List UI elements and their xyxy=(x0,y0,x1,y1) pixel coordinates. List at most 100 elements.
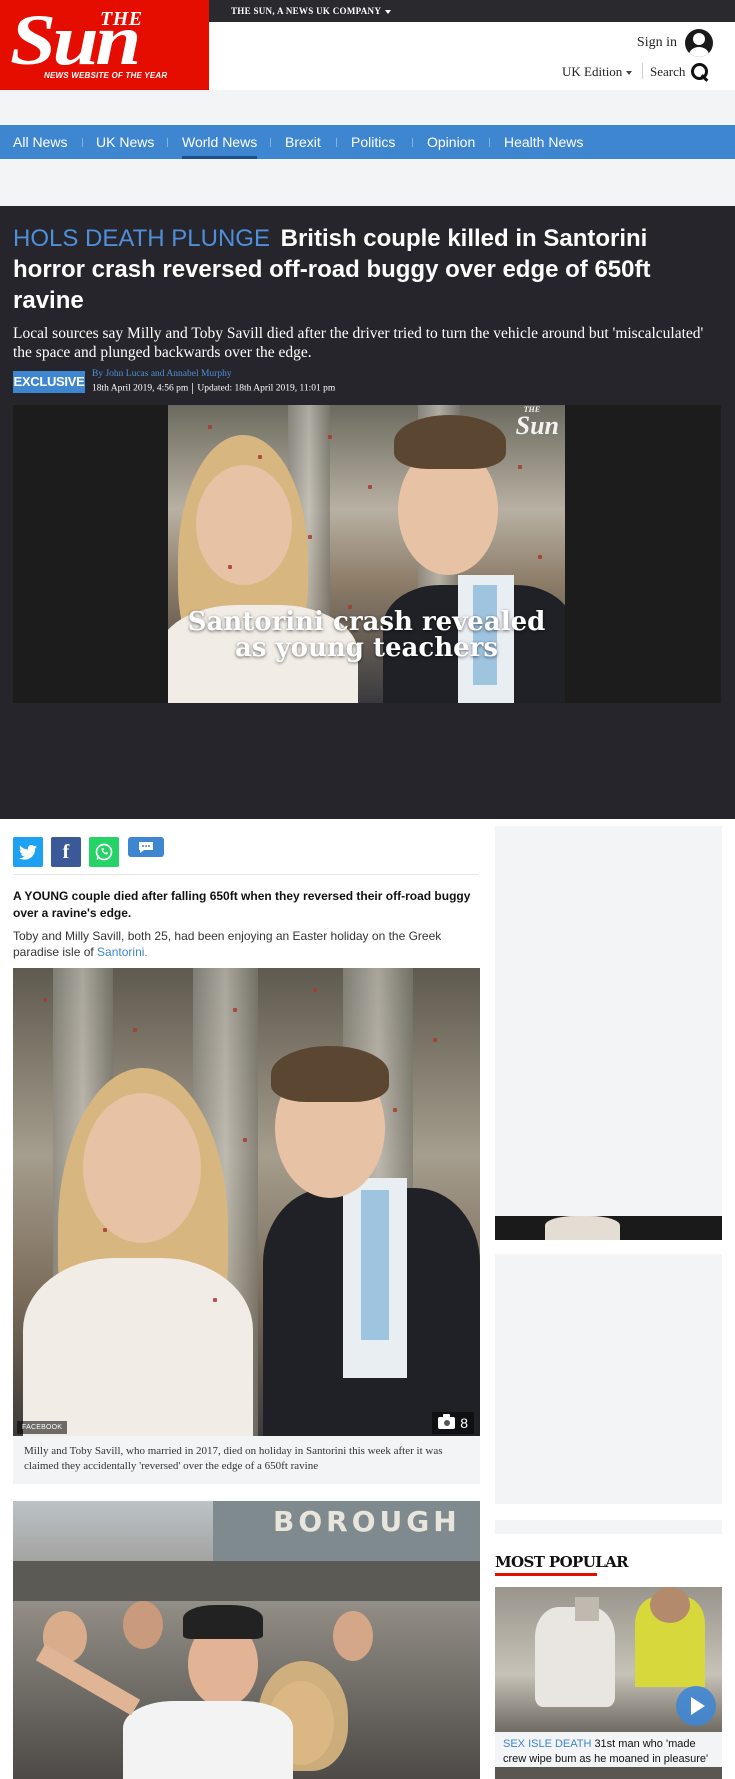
paragraph-text: Toby and Milly Savill, both 25, had been… xyxy=(13,929,442,959)
groom-hair xyxy=(394,415,506,469)
confetti xyxy=(518,465,522,469)
article-headline: HOLS DEATH PLUNGE British couple killed … xyxy=(13,223,713,316)
date-divider xyxy=(192,383,194,394)
headline-kicker: HOLS DEATH PLUNGE xyxy=(13,225,270,252)
raised-arm xyxy=(35,1644,141,1716)
header-divider xyxy=(642,63,643,79)
nav-divider xyxy=(336,138,337,147)
most-popular-thumbnail[interactable] xyxy=(495,1587,722,1732)
play-icon[interactable] xyxy=(676,1686,716,1726)
article-standfirst: Local sources say Milly and Toby Savill … xyxy=(13,325,704,361)
confetti xyxy=(228,565,232,569)
confetti xyxy=(393,1108,397,1112)
advert-slot[interactable] xyxy=(495,1254,722,1504)
header-ad-band xyxy=(0,90,735,125)
nav-item-brexit[interactable]: Brexit xyxy=(285,125,321,159)
bride-dress xyxy=(23,1258,253,1436)
advert-slot[interactable] xyxy=(495,826,722,1216)
company-menu-label: THE SUN, A NEWS UK COMPANY xyxy=(231,6,382,16)
nav-ad-band xyxy=(0,159,735,206)
video-watermark: THE Sun xyxy=(515,405,559,441)
crowd-face xyxy=(333,1611,373,1661)
advert-thumbnail xyxy=(545,1216,620,1240)
groom-hair xyxy=(271,1046,389,1102)
search-button[interactable]: Search xyxy=(650,63,709,81)
whatsapp-icon xyxy=(95,843,113,861)
groom-tie xyxy=(361,1190,389,1340)
nav-item-uk-news[interactable]: UK News xyxy=(96,125,154,159)
sign-in-label: Sign in xyxy=(636,35,677,50)
facebook-icon: f xyxy=(62,840,70,863)
advert-strip[interactable] xyxy=(495,1216,722,1240)
masthead: Sun THE NEWS WEBSITE OF THE YEAR THE SUN… xyxy=(0,0,735,90)
confetti xyxy=(233,1008,237,1012)
crowd-face xyxy=(123,1601,163,1649)
article-photo-couple[interactable]: FACEBOOK 8 xyxy=(13,968,480,1436)
photo-caption: Milly and Toby Savill, who married in 20… xyxy=(13,1436,480,1484)
video-frame[interactable]: THE Sun Santorini crash revealed as young… xyxy=(168,405,565,703)
video-caption-line-2: as young teachers xyxy=(234,633,499,663)
edition-label: UK Edition xyxy=(562,64,623,79)
share-twitter-button[interactable] xyxy=(13,837,43,867)
nav-item-opinion[interactable]: Opinion xyxy=(427,125,475,159)
article-dates: 18th April 2019, 4:56 pm Updated: 18th Ap… xyxy=(92,383,335,394)
published-date: 18th April 2019, 4:56 pm xyxy=(92,383,189,394)
bride-face xyxy=(196,465,292,585)
nav-divider xyxy=(82,138,83,147)
gallery-count: 8 xyxy=(460,1415,468,1431)
share-divider xyxy=(13,874,479,875)
confetti xyxy=(538,555,542,559)
video-player[interactable]: THE Sun Santorini crash revealed as young… xyxy=(13,405,721,703)
fan-cap xyxy=(183,1605,263,1639)
article-hero: HOLS DEATH PLUNGE British couple killed … xyxy=(0,206,735,819)
nav-item-politics[interactable]: Politics xyxy=(351,125,395,159)
nav-item-health-news[interactable]: Health News xyxy=(504,125,583,159)
confetti xyxy=(328,435,332,439)
article-byline[interactable]: By John Lucas and Annabel Murphy xyxy=(92,369,232,379)
nav-item-world-news[interactable]: World News xyxy=(182,125,258,159)
comments-icon xyxy=(139,841,153,853)
edition-selector[interactable]: UK Edition xyxy=(562,64,633,80)
watermark-the: THE xyxy=(523,405,541,414)
exclusive-badge: EXCLUSIVE xyxy=(13,371,85,393)
section-nav: All News UK News World News Brexit Polit… xyxy=(0,125,735,159)
watermark-sun: Sun xyxy=(515,411,559,440)
search-icon xyxy=(691,63,709,81)
camera-icon xyxy=(438,1414,456,1429)
confetti xyxy=(103,1228,107,1232)
sign-in-button[interactable]: Sign in xyxy=(637,29,713,57)
share-whatsapp-button[interactable] xyxy=(89,837,119,867)
the-sun-logo[interactable]: Sun THE NEWS WEBSITE OF THE YEAR xyxy=(0,0,209,90)
advert-slot xyxy=(495,1520,722,1534)
article-photo-crowd[interactable]: BOROUGH xyxy=(13,1501,480,1779)
confetti xyxy=(313,988,317,992)
building-sign: BOROUGH xyxy=(273,1505,461,1538)
user-avatar-icon xyxy=(685,29,713,57)
confetti xyxy=(43,998,47,1002)
search-label: Search xyxy=(650,64,686,79)
confetti xyxy=(368,485,372,489)
confetti xyxy=(433,1038,437,1042)
confetti xyxy=(308,535,312,539)
confetti xyxy=(208,425,212,429)
nav-item-all-news[interactable]: All News xyxy=(13,125,67,159)
thumbnail-face xyxy=(650,1587,690,1623)
company-menu[interactable]: THE SUN, A NEWS UK COMPANY xyxy=(231,6,392,16)
confetti xyxy=(213,1298,217,1302)
next-thumbnail-edge xyxy=(495,1767,722,1779)
photo-source-tag: FACEBOOK xyxy=(17,1421,68,1434)
chevron-down-icon xyxy=(385,9,392,14)
article-paragraph: Toby and Milly Savill, both 25, had been… xyxy=(13,928,479,960)
twitter-icon xyxy=(19,844,37,860)
article-lede: A YOUNG couple died after falling 650ft … xyxy=(13,889,471,920)
most-popular-kicker: SEX ISLE DEATH xyxy=(503,1738,592,1750)
santorini-link[interactable]: Santorini. xyxy=(97,945,148,959)
confetti xyxy=(133,1028,137,1032)
comments-button[interactable] xyxy=(128,837,164,857)
logo-the-wordmark: THE xyxy=(100,8,143,30)
england-shirt xyxy=(123,1701,293,1779)
logo-tagline: NEWS WEBSITE OF THE YEAR xyxy=(44,71,168,80)
share-facebook-button[interactable]: f xyxy=(51,837,81,867)
nav-divider xyxy=(167,138,168,147)
gallery-button[interactable]: 8 xyxy=(432,1412,474,1434)
